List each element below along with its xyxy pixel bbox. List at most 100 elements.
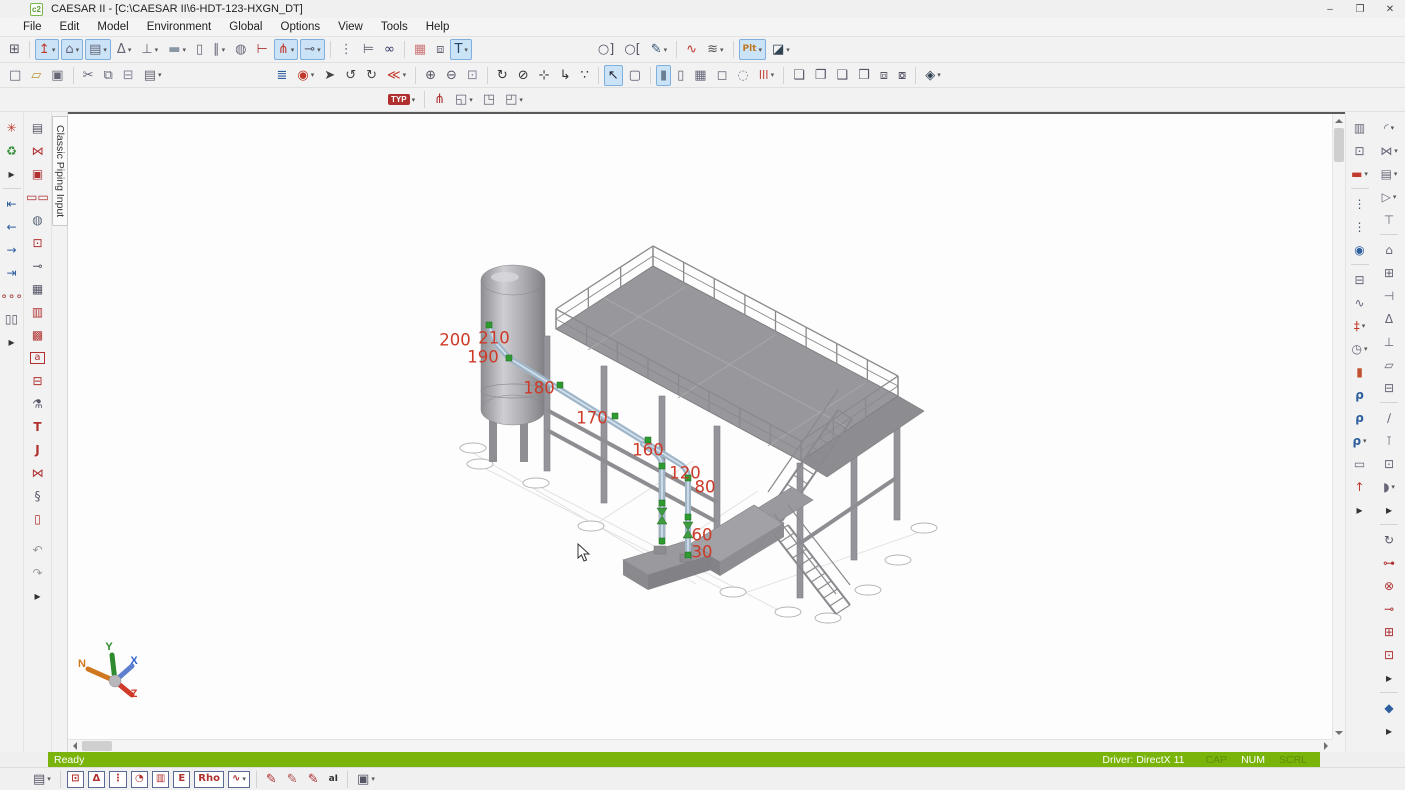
scroll-up-arrow[interactable] xyxy=(1333,114,1345,127)
expand-more[interactable]: ▸ xyxy=(1378,499,1400,520)
gauge-tool-dropdown[interactable]: ▾ xyxy=(1364,345,1368,353)
snapshot-options-dropdown[interactable]: ▾ xyxy=(371,775,375,783)
convergence-delta[interactable]: Δ xyxy=(1378,308,1400,329)
piping-input-list[interactable]: ▤ xyxy=(27,117,49,138)
menu-help[interactable]: Help xyxy=(417,19,459,35)
title-text[interactable]: T▾ xyxy=(450,39,471,60)
scroll-right-arrow[interactable] xyxy=(1319,740,1332,752)
box-select[interactable]: ▢ xyxy=(625,65,645,86)
density-display[interactable]: Rho xyxy=(194,771,224,788)
pipe-capsule[interactable]: ▬▾ xyxy=(1349,163,1371,184)
spectrum-board[interactable]: ∿ xyxy=(1349,292,1371,313)
3d-viewport[interactable]: 200210190180170160120806030 NYXZ xyxy=(68,112,1345,752)
valve-flange-database[interactable]: ▦ xyxy=(410,39,430,60)
node-ruler[interactable]: ⋮ xyxy=(336,39,357,60)
base-support[interactable]: ⊟ xyxy=(1349,269,1371,290)
node-step[interactable]: ⊸ xyxy=(27,255,49,276)
node-increment-dropdown[interactable]: ▾ xyxy=(317,46,321,54)
insulated-pipe[interactable]: ▮ xyxy=(1349,361,1371,382)
appearance-paint[interactable]: ◆ xyxy=(1378,697,1400,718)
insert-element-before[interactable]: ◱▾ xyxy=(451,89,477,110)
view-front[interactable]: ❏ xyxy=(789,65,809,86)
duplicate-element-dropdown[interactable]: ▾ xyxy=(519,96,523,104)
reducer-dropdown[interactable]: ▾ xyxy=(1393,193,1397,201)
restore-button[interactable]: ❐ xyxy=(1345,4,1375,15)
classification-typ[interactable]: TYP▾ xyxy=(384,89,419,110)
expansion-joint[interactable]: ▤▾ xyxy=(1378,163,1400,184)
render-outline[interactable]: ◻ xyxy=(713,65,732,86)
node-box[interactable]: ⊡ xyxy=(1378,453,1400,474)
rotate-model[interactable]: ↻ xyxy=(1378,529,1400,550)
menu-tools[interactable]: Tools xyxy=(372,19,417,35)
expand-more[interactable]: ▸ xyxy=(1349,499,1371,520)
redo[interactable]: ↷ xyxy=(27,562,49,583)
uniform-load-dropdown[interactable]: ▾ xyxy=(155,46,159,54)
last-element[interactable]: ⇥ xyxy=(1,262,23,283)
element-list-view[interactable]: ▤▾ xyxy=(29,769,55,790)
close-button[interactable]: ✕ xyxy=(1375,4,1405,15)
next-element[interactable]: → xyxy=(1,239,23,260)
node-range-out[interactable]: ○[ xyxy=(620,39,644,60)
rotate-right[interactable]: ↻ xyxy=(362,65,381,86)
cut[interactable]: ✂ xyxy=(79,65,98,86)
menu-model[interactable]: Model xyxy=(88,19,137,35)
refractory-density[interactable]: ρ▾ xyxy=(1349,430,1371,451)
displacements-panel[interactable]: ⌂ xyxy=(1378,239,1400,260)
renumber-nodes[interactable]: ⊶ xyxy=(1378,552,1400,573)
expand-more-3[interactable]: ▸ xyxy=(27,585,49,606)
node-insert-column[interactable]: ⋮ xyxy=(1349,193,1371,214)
undo[interactable]: ↶ xyxy=(27,539,49,560)
anchor[interactable]: ↥▾ xyxy=(35,39,59,60)
print[interactable]: ▤▾ xyxy=(140,65,166,86)
material-database[interactable]: ⊞ xyxy=(1378,262,1400,283)
render-view-dropdown[interactable]: ▾ xyxy=(786,46,790,54)
branch-nodes[interactable]: ⋔▾ xyxy=(274,39,298,60)
expand-more-2[interactable]: ▸ xyxy=(1378,667,1400,688)
node-numbers-display[interactable]: ⊡ xyxy=(67,771,84,788)
input-report[interactable]: ▯ xyxy=(27,508,49,529)
deltas-display[interactable]: Δ xyxy=(88,771,105,788)
scroll-down-arrow[interactable] xyxy=(1333,726,1345,739)
render-translucent[interactable]: ◌ xyxy=(733,65,752,86)
capsule-display[interactable]: ▭ xyxy=(1349,453,1371,474)
dynamic-tools-dropdown[interactable]: ▾ xyxy=(720,46,724,54)
restraints-display[interactable]: ⋮ xyxy=(109,771,127,788)
marker-pen-node[interactable]: ✎ xyxy=(304,769,323,790)
walk-through[interactable]: ∵ xyxy=(576,65,592,86)
force-delta[interactable]: Δ▾ xyxy=(113,39,135,60)
temperature-tool[interactable]: ‡▾ xyxy=(1349,315,1371,336)
vertical-scrollbar[interactable] xyxy=(1332,114,1345,739)
batch-run[interactable]: ➤ xyxy=(320,65,339,86)
scroll-left-arrow[interactable] xyxy=(68,740,81,752)
new-file[interactable]: □ xyxy=(5,65,25,86)
text-annotation[interactable]: a xyxy=(27,347,49,368)
restraint-nodes[interactable]: ⋈ xyxy=(27,140,49,161)
view-top[interactable]: ❑ xyxy=(832,65,852,86)
flange-check[interactable]: ⊨ xyxy=(359,39,378,60)
node-increment[interactable]: ⊸▾ xyxy=(300,39,324,60)
restraints-image[interactable]: ▤▾ xyxy=(85,39,111,60)
bend[interactable]: ◜▾ xyxy=(1378,117,1400,138)
node-clipboard[interactable]: ▣ xyxy=(27,163,49,184)
spin-axis[interactable]: ⊘ xyxy=(514,65,533,86)
iso-view-dropdown[interactable]: ▾ xyxy=(937,71,941,79)
view-bottom[interactable]: ❒ xyxy=(854,65,874,86)
classic-piping-input-tab[interactable]: Classic Piping Input xyxy=(52,116,68,226)
expansion-joint-dropdown[interactable]: ▾ xyxy=(1394,170,1398,178)
print-dropdown[interactable]: ▾ xyxy=(158,71,162,79)
status-monitor[interactable]: ⊡ xyxy=(1349,140,1371,161)
anchor-dropdown[interactable]: ▾ xyxy=(52,46,56,54)
expand-more-2[interactable]: ▸ xyxy=(1,331,23,352)
gauge-tool[interactable]: ◷▾ xyxy=(1349,338,1371,359)
toolbox-display[interactable]: ▥ xyxy=(152,771,169,788)
find-node[interactable]: ∞ xyxy=(380,39,399,60)
list-input[interactable]: ≣ xyxy=(273,65,292,86)
paste[interactable]: ⊟ xyxy=(119,65,138,86)
text-insert[interactable]: aI xyxy=(325,769,342,790)
valve-component[interactable]: ⋈ xyxy=(27,462,49,483)
snapshot-options[interactable]: ▣▾ xyxy=(353,769,379,790)
element-list-view-dropdown[interactable]: ▾ xyxy=(47,775,51,783)
branch-nodes-dropdown[interactable]: ▾ xyxy=(291,46,295,54)
plot-view-dropdown[interactable]: ▾ xyxy=(758,46,762,54)
bend-dropdown[interactable]: ▾ xyxy=(1391,124,1395,132)
